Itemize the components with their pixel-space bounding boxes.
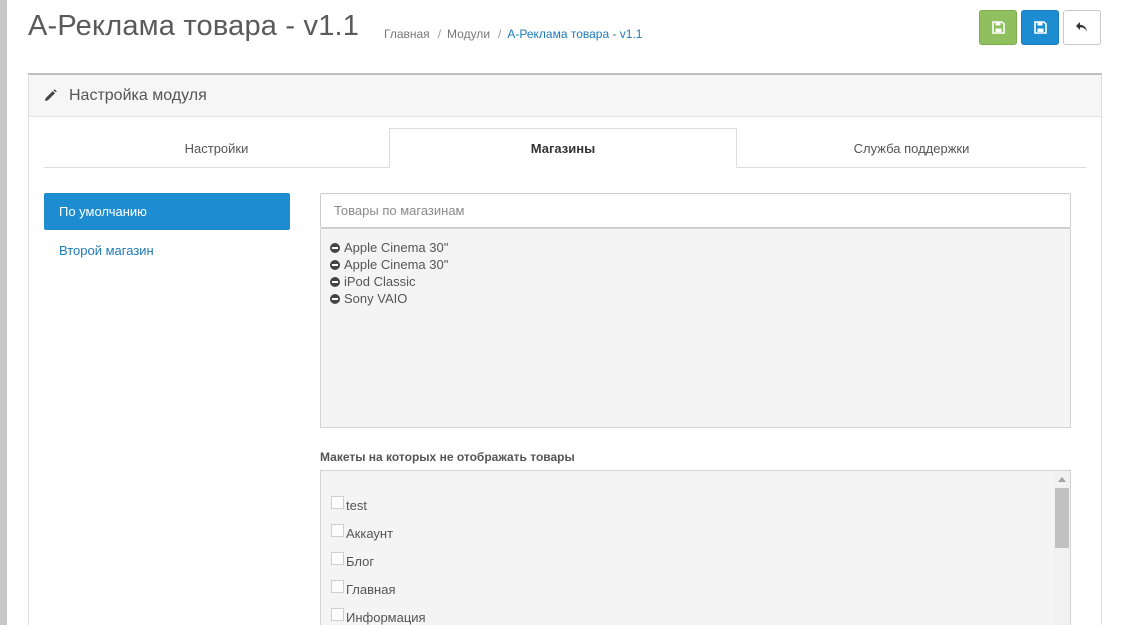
layout-checkbox[interactable] xyxy=(331,495,344,509)
tab-support[interactable]: Служба поддержки xyxy=(737,128,1086,168)
save-icon xyxy=(1033,21,1047,34)
minus-circle-icon[interactable] xyxy=(330,276,340,287)
layout-checklist: test Аккаунт Блог Главная Информация xyxy=(320,470,1071,625)
page-title: А-Реклама товара - v1.1 xyxy=(28,10,360,42)
layout-label: Информация xyxy=(346,609,426,625)
layout-checkbox[interactable] xyxy=(331,551,344,565)
pencil-icon xyxy=(43,88,57,103)
tab-settings[interactable]: Настройки xyxy=(44,128,389,168)
store-item-second[interactable]: Второй магазин xyxy=(59,243,154,258)
scroll-thumb[interactable] xyxy=(1055,488,1069,548)
save-button[interactable] xyxy=(1021,10,1059,45)
layout-item[interactable]: Информация xyxy=(331,603,426,625)
list-item: Apple Cinema 30" xyxy=(330,239,1070,256)
scroll-up-arrow-icon[interactable] xyxy=(1058,477,1066,482)
layout-item[interactable]: Блог xyxy=(331,547,426,575)
product-search-input[interactable] xyxy=(320,193,1071,228)
page-left-border xyxy=(0,0,7,625)
product-name: Apple Cinema 30" xyxy=(344,240,449,255)
layout-label: Главная xyxy=(346,581,396,597)
layout-list: test Аккаунт Блог Главная Информация xyxy=(331,491,426,625)
reply-icon xyxy=(1076,22,1087,32)
breadcrumb: Главная / Модули / А-Реклама товара - v1.1 xyxy=(384,27,642,41)
save-icon xyxy=(991,21,1005,34)
save-and-stay-button[interactable] xyxy=(979,10,1017,45)
breadcrumb-separator: / xyxy=(437,27,442,41)
layouts-label: Макеты на которых не отображать товары xyxy=(320,450,575,464)
product-name: Sony VAIO xyxy=(344,291,408,306)
breadcrumb-current[interactable]: А-Реклама товара - v1.1 xyxy=(507,27,642,41)
layout-checkbox[interactable] xyxy=(331,579,344,593)
layout-item[interactable]: Аккаунт xyxy=(331,519,426,547)
breadcrumb-home[interactable]: Главная xyxy=(384,27,430,41)
layout-item[interactable]: Главная xyxy=(331,575,426,603)
minus-circle-icon[interactable] xyxy=(330,293,340,304)
layout-label: Блог xyxy=(346,553,375,569)
layout-checkbox[interactable] xyxy=(331,523,344,537)
breadcrumb-modules[interactable]: Модули xyxy=(447,27,490,41)
tab-stores[interactable]: Магазины xyxy=(389,128,737,168)
list-item: Apple Cinema 30" xyxy=(330,256,1070,273)
panel-heading: Настройка модуля xyxy=(29,75,1101,117)
product-list: Apple Cinema 30" Apple Cinema 30" iPod C… xyxy=(320,228,1071,428)
breadcrumb-separator: / xyxy=(498,27,502,41)
layout-label: Аккаунт xyxy=(346,525,394,541)
minus-circle-icon[interactable] xyxy=(330,259,340,270)
tabs: Настройки Магазины Служба поддержки xyxy=(44,128,1086,168)
store-item-default[interactable]: По умолчанию xyxy=(44,193,290,230)
layout-checkbox[interactable] xyxy=(331,607,344,621)
list-item: Sony VAIO xyxy=(330,290,1070,307)
list-item: iPod Classic xyxy=(330,273,1070,290)
layout-label: test xyxy=(346,497,367,513)
scrollbar[interactable] xyxy=(1054,471,1070,625)
product-name: Apple Cinema 30" xyxy=(344,257,449,272)
layout-item[interactable]: test xyxy=(331,491,426,519)
minus-circle-icon[interactable] xyxy=(330,242,340,253)
panel-title: Настройка модуля xyxy=(69,86,207,104)
back-button[interactable] xyxy=(1063,10,1101,45)
product-name: iPod Classic xyxy=(344,274,416,289)
